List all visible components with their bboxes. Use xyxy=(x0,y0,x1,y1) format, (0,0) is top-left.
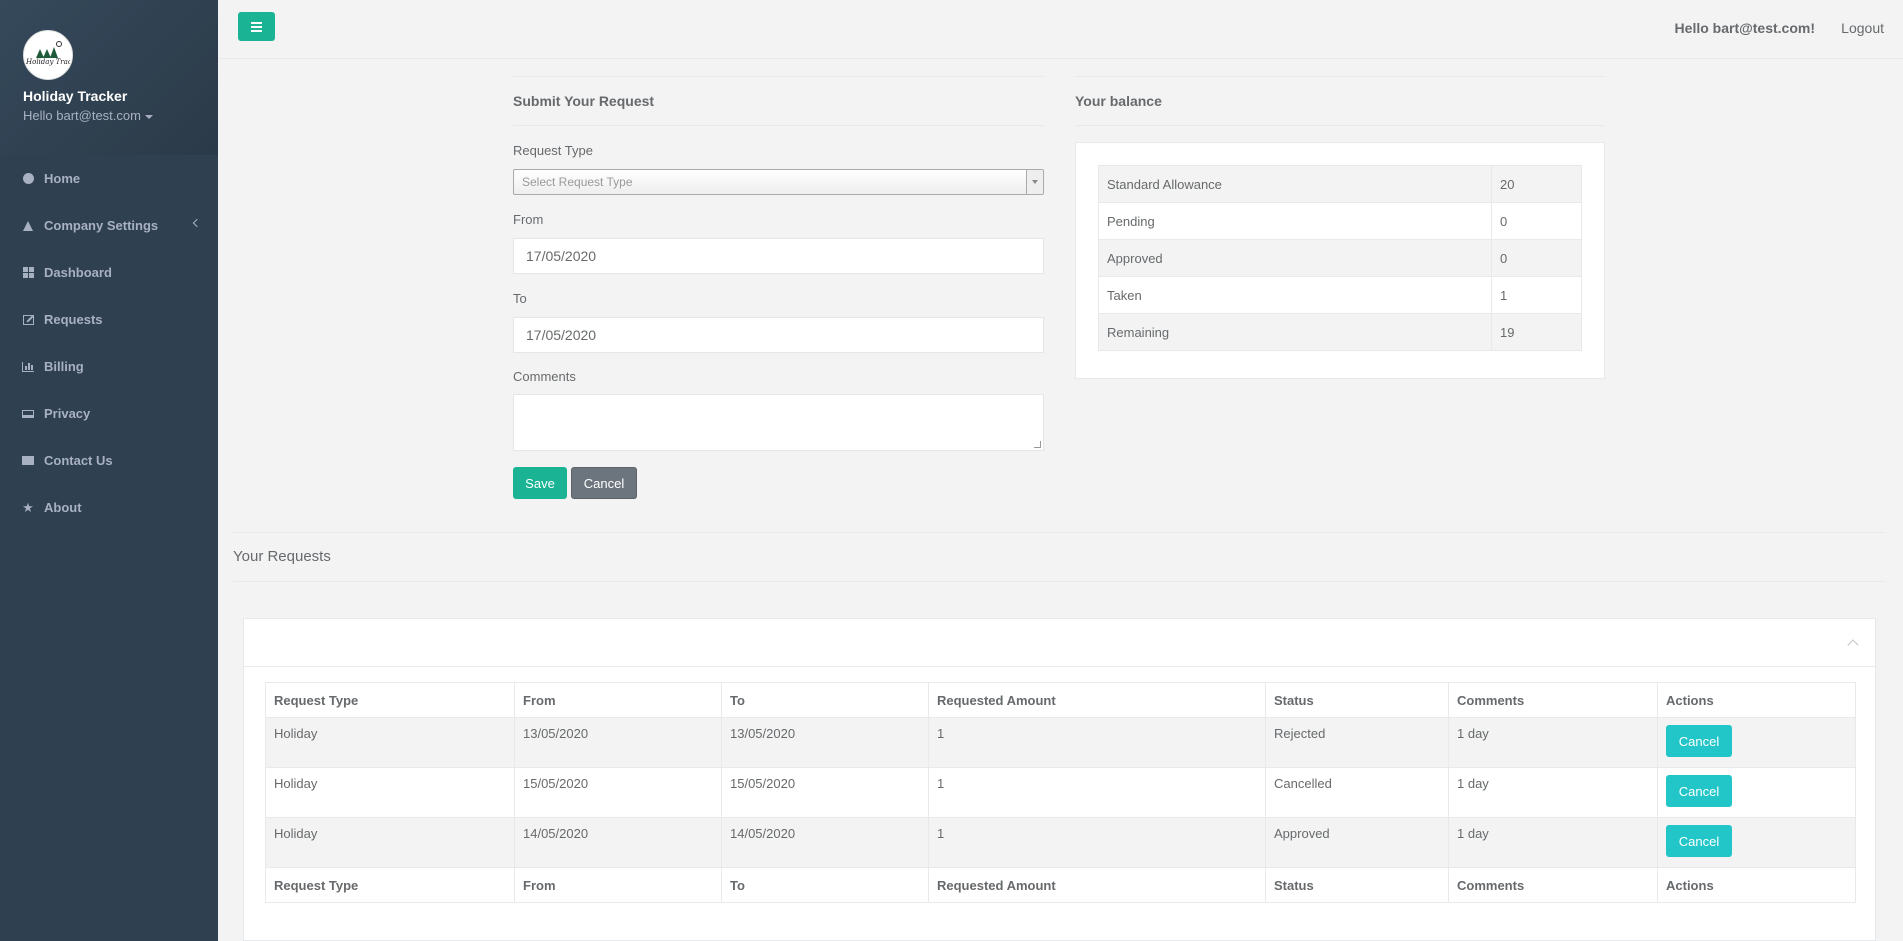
envelope-icon xyxy=(22,455,34,467)
balance-row: Remaining 19 xyxy=(1098,313,1582,351)
divider xyxy=(233,581,1886,582)
sidebar-nav: Home Company Settings Dashboard Requests… xyxy=(0,155,218,531)
balance-panel: Standard Allowance 20 Pending 0 Approved 0 … xyxy=(1075,142,1605,379)
cancel-button[interactable]: Cancel xyxy=(571,467,637,499)
divider xyxy=(513,125,1044,126)
sidebar-item-privacy[interactable]: Privacy xyxy=(0,390,218,437)
table-row: Holiday 15/05/2020 15/05/2020 1 Cancelle… xyxy=(265,767,1856,818)
cancel-request-button[interactable]: Cancel xyxy=(1666,725,1732,757)
chevron-up-icon[interactable] xyxy=(1847,639,1859,651)
request-type-label: Request Type xyxy=(513,143,593,158)
status-cell: Approved xyxy=(1265,817,1449,868)
sidebar-item-company-settings[interactable]: Company Settings xyxy=(0,202,218,249)
your-requests-title: Your Requests xyxy=(233,548,331,565)
top-navbar: Hello bart@test.com! Logout xyxy=(218,0,1903,59)
profile-header: Holiday Tracker Holiday Tracker Hello ba… xyxy=(0,0,218,155)
sidebar-item-contact-us[interactable]: Contact Us xyxy=(0,437,218,484)
divider xyxy=(233,532,1886,533)
laptop-icon xyxy=(22,408,34,420)
balance-row: Taken 1 xyxy=(1098,276,1582,314)
balance-row: Pending 0 xyxy=(1098,202,1582,240)
balance-title: Your balance xyxy=(1075,93,1162,109)
divider xyxy=(1075,125,1605,126)
balance-table: Standard Allowance 20 Pending 0 Approved 0 … xyxy=(1098,165,1582,351)
sidebar-item-billing[interactable]: Billing xyxy=(0,343,218,390)
bar-chart-icon xyxy=(22,361,34,373)
sidebar-item-requests[interactable]: Requests xyxy=(0,296,218,343)
dashboard-icon xyxy=(22,267,34,279)
sidebar: Holiday Tracker Holiday Tracker Hello ba… xyxy=(0,0,218,941)
sidebar-item-dashboard[interactable]: Dashboard xyxy=(0,249,218,296)
table-header-row: Request Type From To Requested Amount St… xyxy=(265,682,1856,718)
balance-row: Standard Allowance 20 xyxy=(1098,165,1582,203)
sidebar-item-about[interactable]: ★ About xyxy=(0,484,218,531)
chevron-left-icon xyxy=(192,218,202,228)
menu-toggle-button[interactable] xyxy=(238,12,275,41)
user-dropdown[interactable]: Hello bart@test.com xyxy=(23,108,195,123)
table-row: Holiday 13/05/2020 13/05/2020 1 Rejected… xyxy=(265,717,1856,768)
flask-icon xyxy=(22,220,34,232)
table-row: Holiday 14/05/2020 14/05/2020 1 Approved… xyxy=(265,817,1856,868)
sidebar-item-home[interactable]: Home xyxy=(0,155,218,202)
comments-label: Comments xyxy=(513,369,576,384)
to-date-input[interactable]: 17/05/2020 xyxy=(513,317,1044,353)
cancel-request-button[interactable]: Cancel xyxy=(1666,825,1732,857)
globe-icon xyxy=(22,173,34,185)
request-type-select[interactable]: Select Request Type xyxy=(513,169,1044,195)
from-date-input[interactable]: 17/05/2020 xyxy=(513,238,1044,274)
edit-icon xyxy=(22,314,34,326)
from-label: From xyxy=(513,212,544,227)
balance-row: Approved 0 xyxy=(1098,239,1582,277)
divider xyxy=(513,76,1044,77)
submit-request-title: Submit Your Request xyxy=(513,93,655,109)
holiday-tracker-logo[interactable]: Holiday Tracker xyxy=(23,30,73,80)
app-name: Holiday Tracker xyxy=(23,88,128,104)
status-cell: Rejected xyxy=(1265,717,1449,768)
comments-textarea[interactable] xyxy=(513,394,1044,451)
dropdown-arrow-icon xyxy=(1026,170,1043,194)
panel-header xyxy=(244,619,1875,667)
to-label: To xyxy=(513,291,527,306)
requests-table: Request Type From To Requested Amount St… xyxy=(265,682,1856,903)
save-button[interactable]: Save xyxy=(513,467,567,499)
star-icon: ★ xyxy=(22,500,34,515)
status-cell: Cancelled xyxy=(1265,767,1449,818)
welcome-message: Hello bart@test.com! xyxy=(1674,20,1815,36)
table-footer-row: Request Type From To Requested Amount St… xyxy=(265,867,1856,903)
logout-link[interactable]: Logout xyxy=(1841,20,1884,36)
caret-down-icon xyxy=(144,114,153,119)
divider xyxy=(1075,76,1605,77)
cancel-request-button[interactable]: Cancel xyxy=(1666,775,1732,807)
requests-panel: Request Type From To Requested Amount St… xyxy=(243,618,1876,941)
